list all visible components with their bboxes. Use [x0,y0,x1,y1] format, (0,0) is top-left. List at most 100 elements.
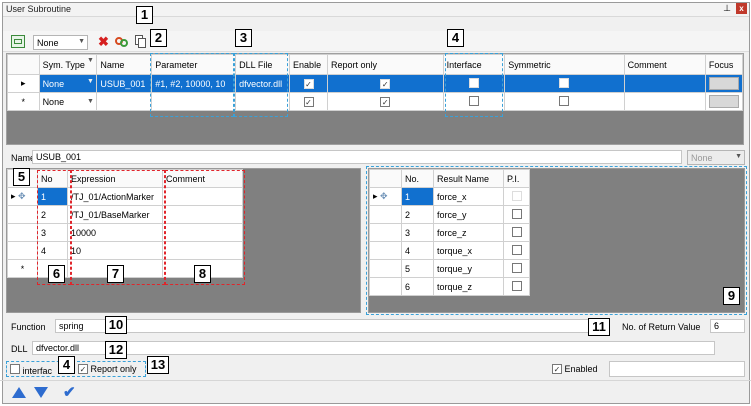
symmetric-checkbox[interactable] [559,95,570,106]
col-header-focus[interactable]: Focus [704,54,744,75]
type-select[interactable]: None ▼ [33,35,88,50]
result-grid-highlight [366,166,747,315]
focus-button[interactable] [708,95,739,108]
bottom-divider [0,380,751,381]
move-down-icon[interactable] [34,387,48,398]
dll-file-highlight [234,53,288,117]
return-value-input-value: 6 [714,321,720,331]
name-type-value: None [691,153,713,163]
dll-input[interactable]: dfvector.dll [32,341,715,355]
chevron-down-icon[interactable]: ▼ [87,78,94,85]
add-row-icon[interactable] [11,35,25,48]
col-header-enable[interactable]: Enable [289,54,328,75]
header-row: Sym. Type Name Parameter DLL File Enable… [7,54,744,75]
col-header-name[interactable]: Name [96,54,153,75]
focus-cell[interactable] [704,92,744,111]
report-only-checkbox[interactable]: ✓ [380,96,391,107]
callout-1: 1 [136,6,153,24]
name-cell[interactable] [96,92,153,111]
symmetric-cell[interactable] [504,74,625,93]
report-only-cell[interactable]: ✓ [326,92,444,111]
callout-4: 4 [447,29,464,47]
enable-checkbox[interactable]: ✓ [303,78,314,89]
interface-highlight [445,53,503,117]
interface-option-checkbox[interactable] [10,364,20,374]
enabled-extra-input[interactable] [609,361,745,377]
window-title: User Subroutine [6,4,72,14]
callout-12: 12 [105,341,127,359]
row-marker: * [7,259,38,278]
interface-option[interactable]: interfac [10,364,52,376]
chevron-down-icon[interactable]: ▼ [87,98,94,105]
report-only-checkbox[interactable]: ✓ [380,78,391,89]
comment-cell[interactable] [623,74,706,93]
row-marker [7,241,38,260]
callout-8: 8 [194,265,211,283]
enable-cell[interactable]: ✓ [289,74,328,93]
chevron-down-icon: ▼ [78,38,85,45]
function-input-value: spring [59,321,84,331]
col-header-comment[interactable]: Comment [623,54,706,75]
parameter-highlight [150,53,234,117]
chevron-down-icon[interactable]: ▼ [87,57,94,64]
chevron-down-icon: ▼ [735,153,742,160]
callout-5: 5 [13,168,30,186]
row-marker: ▸ [7,74,40,93]
dll-input-value: dfvector.dll [36,343,80,353]
row-marker: ▸ ✥ [7,187,38,206]
callout-11: 11 [588,318,610,336]
enabled-option[interactable]: ✓ Enabled [552,364,598,374]
type-select-value: None [37,38,59,48]
interface-option-label: interfac [22,366,53,376]
subroutine-grid: Sym. Type Name Parameter DLL File Enable… [6,53,744,145]
callout-3: 3 [235,29,252,47]
name-input[interactable]: USUB_001 [32,150,682,164]
return-value-label: No. of Return Value [622,322,701,332]
focus-button[interactable] [708,77,739,90]
enabled-option-checkbox[interactable]: ✓ [552,364,562,374]
title-bar [3,3,749,17]
table-row[interactable]: ▸ None USUB_001 #1, #2, 10000, 10 dfvect… [7,74,744,93]
callout-13: 13 [147,356,169,374]
enable-cell[interactable]: ✓ [289,92,328,111]
subroutine-table: Sym. Type Name Parameter DLL File Enable… [7,54,744,111]
enable-checkbox[interactable]: ✓ [303,96,314,107]
row-header-corner [7,54,40,75]
callout-10: 10 [105,316,127,334]
return-value-input[interactable]: 6 [710,319,745,333]
copy-icon[interactable] [135,35,147,48]
callout-7: 7 [107,265,124,283]
function-label: Function [11,322,46,332]
col-header-symmetric[interactable]: Symmetric [504,54,625,75]
symmetric-checkbox[interactable] [559,77,570,88]
close-icon[interactable]: x [736,3,747,14]
row-marker-glyph: ▸ [11,191,16,201]
report-only-option-checkbox[interactable]: ✓ [78,364,88,374]
function-input[interactable]: spring [55,319,595,333]
comment-cell[interactable] [623,92,706,111]
row-marker [7,223,38,242]
name-type-select[interactable]: None ▼ [687,150,745,165]
callout-2: 2 [150,29,167,47]
row-marker [7,205,38,224]
callout-4-lower: 4 [58,356,75,374]
callout-6: 6 [48,265,65,283]
col-header-report-only[interactable]: Report only [326,54,444,75]
callout-9: 9 [723,287,740,305]
grid-empty-area [7,111,743,144]
move-up-icon[interactable] [12,387,26,398]
pin-icon[interactable]: ⊥ [722,3,732,13]
dll-label: DLL [11,344,28,354]
table-row[interactable]: * None ✓ ✓ [7,92,744,111]
symmetric-cell[interactable] [504,92,625,111]
name-cell[interactable]: USUB_001 [96,74,153,93]
drag-handle-icon[interactable]: ✥ [18,191,26,201]
report-only-option[interactable]: ✓ Report only [78,364,137,374]
enabled-option-label: Enabled [564,364,598,374]
delete-icon[interactable]: ✖ [98,34,109,50]
focus-cell[interactable] [704,74,744,93]
link-icon[interactable] [115,35,129,48]
report-only-cell[interactable]: ✓ [326,74,444,93]
row-marker: * [7,92,40,111]
apply-check-icon[interactable]: ✔ [63,383,76,401]
